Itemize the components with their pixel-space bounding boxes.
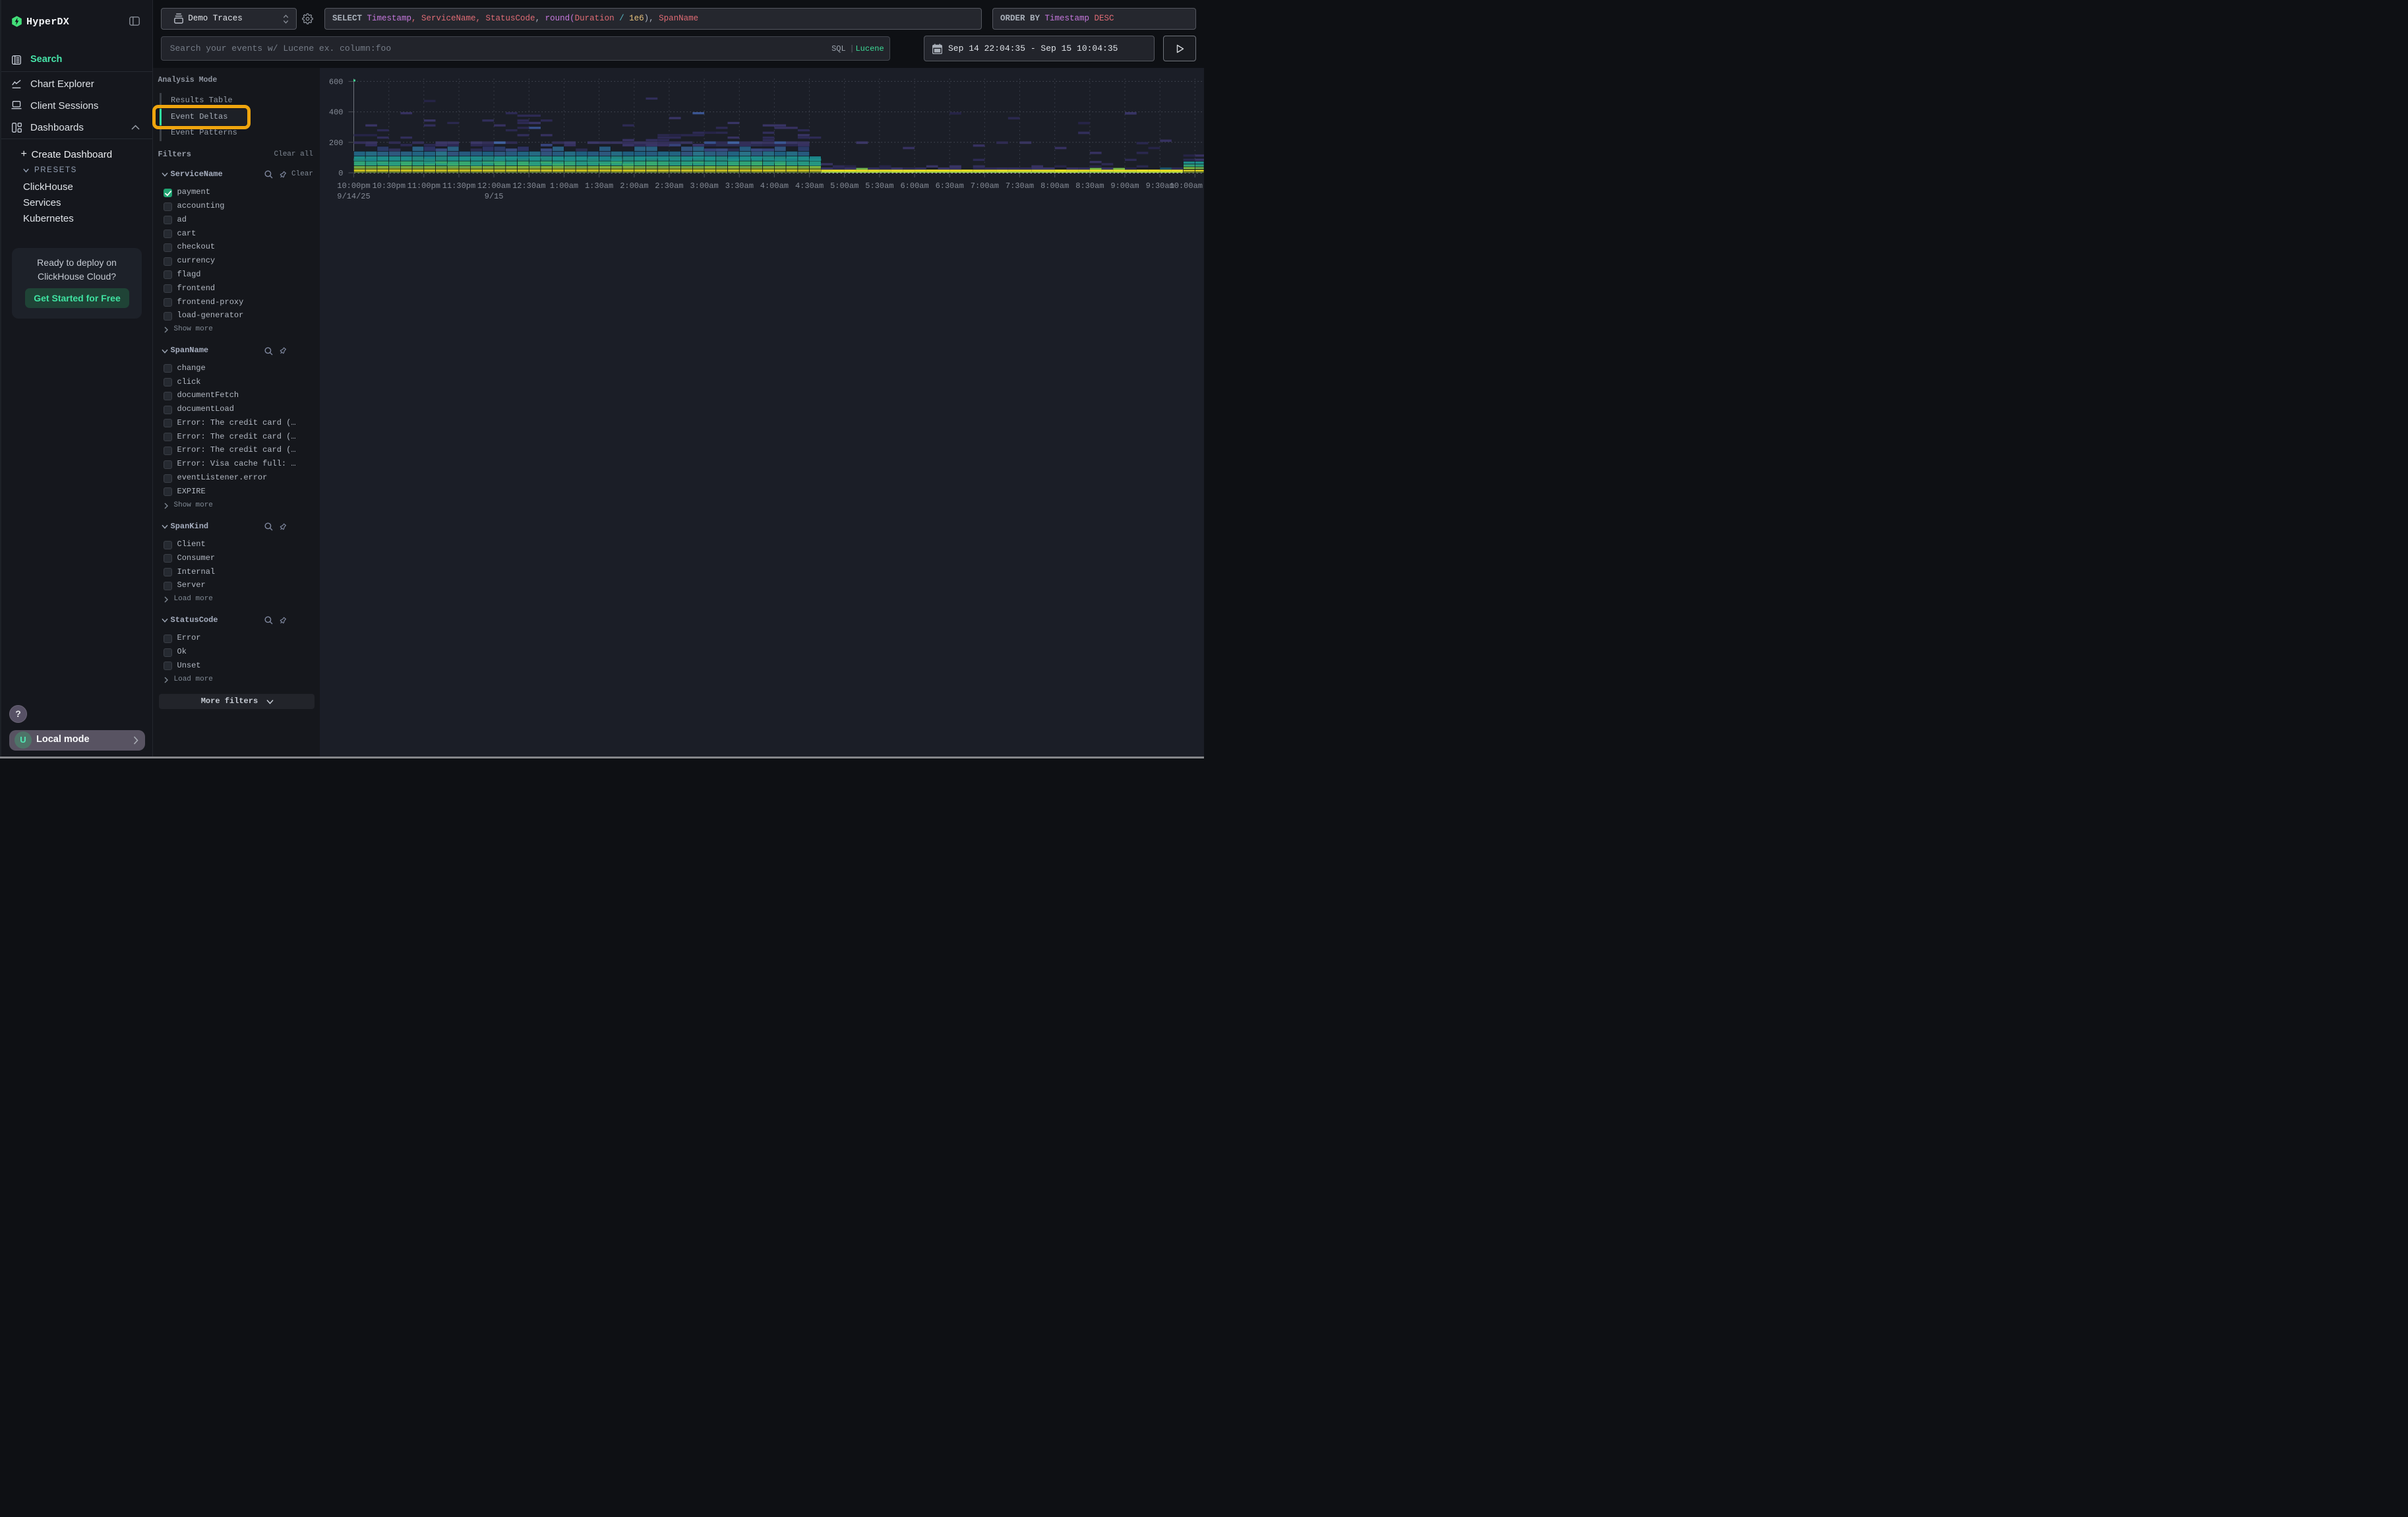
svg-text:5:30am: 5:30am [865, 181, 893, 191]
svg-text:11:00pm: 11:00pm [407, 181, 440, 191]
svg-text:7:30am: 7:30am [1006, 181, 1034, 191]
svg-text:400: 400 [329, 108, 344, 117]
svg-text:12:30am: 12:30am [512, 181, 545, 191]
svg-text:8:30am: 8:30am [1075, 181, 1104, 191]
svg-text:11:30pm: 11:30pm [442, 181, 475, 191]
svg-text:5:00am: 5:00am [830, 181, 858, 191]
svg-text:1:30am: 1:30am [585, 181, 613, 191]
svg-text:4:30am: 4:30am [795, 181, 824, 191]
svg-text:200: 200 [329, 139, 344, 148]
svg-text:3:00am: 3:00am [690, 181, 718, 191]
svg-text:6:00am: 6:00am [900, 181, 928, 191]
svg-text:9/14/25: 9/14/25 [337, 192, 370, 201]
svg-text:10:00pm: 10:00pm [337, 181, 370, 191]
svg-text:2:00am: 2:00am [620, 181, 648, 191]
svg-text:9:00am: 9:00am [1110, 181, 1139, 191]
svg-text:9/15: 9/15 [485, 192, 504, 201]
svg-text:4:00am: 4:00am [760, 181, 789, 191]
svg-text:7:00am: 7:00am [971, 181, 999, 191]
svg-text:600: 600 [329, 77, 344, 86]
svg-text:3:30am: 3:30am [725, 181, 754, 191]
svg-text:8:00am: 8:00am [1040, 181, 1069, 191]
svg-text:2:30am: 2:30am [655, 181, 683, 191]
svg-text:6:30am: 6:30am [936, 181, 964, 191]
svg-text:12:00am: 12:00am [477, 181, 510, 191]
svg-text:10:30pm: 10:30pm [372, 181, 405, 191]
svg-text:1:00am: 1:00am [550, 181, 578, 191]
svg-text:10:00am: 10:00am [1170, 181, 1203, 191]
svg-text:0: 0 [338, 169, 343, 178]
